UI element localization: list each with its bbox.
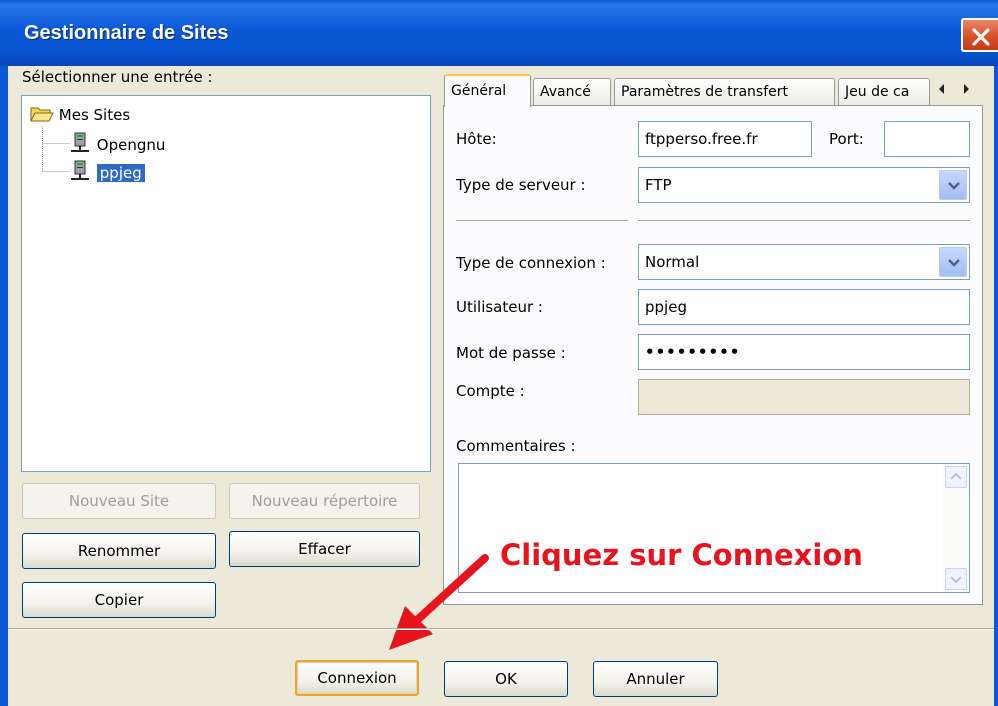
tree-item-ppjeg[interactable]: ppjeg	[68, 160, 145, 182]
chevron-right-icon	[964, 84, 969, 94]
connection-type-label: Type de connexion :	[456, 254, 606, 272]
server-type-dropdown-button[interactable]	[939, 170, 967, 200]
connection-type-select[interactable]: Normal	[638, 244, 970, 280]
password-label: Mot de passe :	[456, 344, 566, 362]
tab-avance[interactable]: Avancé	[533, 78, 611, 106]
scroll-up-button[interactable]	[945, 466, 967, 488]
comments-scrollbar[interactable]	[943, 464, 969, 592]
tab-transfer-settings[interactable]: Paramètres de transfert	[614, 78, 835, 106]
footer-separator	[8, 628, 994, 630]
connection-type-dropdown-button[interactable]	[939, 247, 967, 277]
comments-label: Commentaires :	[456, 437, 576, 455]
scroll-down-button[interactable]	[945, 568, 967, 590]
separator-right	[638, 220, 970, 222]
instruction-annotation: Cliquez sur Connexion	[500, 538, 863, 572]
server-icon	[71, 132, 89, 152]
folder-open-icon	[30, 107, 54, 122]
chevron-up-icon	[950, 472, 962, 480]
connect-button[interactable]: Connexion	[295, 660, 419, 696]
user-label: Utilisateur :	[456, 298, 543, 316]
account-label: Compte :	[456, 382, 525, 400]
new-folder-button[interactable]: Nouveau répertoire	[229, 483, 420, 519]
window-title: Gestionnaire de Sites	[24, 22, 229, 44]
cancel-button[interactable]: Annuler	[593, 661, 718, 697]
chevron-down-icon	[948, 182, 960, 190]
copy-button[interactable]: Copier	[22, 582, 216, 618]
tree-item-opengnu[interactable]: Opengnu	[68, 132, 165, 154]
user-input[interactable]: ppjeg	[638, 289, 970, 325]
window-frame-right	[994, 66, 998, 706]
chevron-left-icon	[939, 84, 944, 94]
password-input[interactable]: •••••••••	[638, 334, 970, 370]
server-type-label: Type de serveur :	[456, 176, 586, 194]
chevron-down-icon	[948, 259, 960, 267]
red-arrow-icon	[389, 554, 489, 650]
title-bar: Gestionnaire de Sites	[0, 0, 998, 66]
tab-scroll-right-button[interactable]	[954, 78, 978, 100]
tree-label-ppjeg: ppjeg	[96, 164, 145, 182]
server-type-value: FTP	[645, 176, 672, 194]
connection-type-value: Normal	[645, 253, 700, 271]
close-icon	[972, 28, 990, 46]
tree-item-mes-sites[interactable]: Mes Sites	[30, 104, 130, 126]
close-button[interactable]	[961, 18, 998, 52]
comments-textarea[interactable]	[458, 463, 970, 593]
new-site-button[interactable]: Nouveau Site	[22, 483, 216, 519]
window-frame-left	[0, 66, 8, 706]
select-entry-label: Sélectionner une entrée :	[22, 68, 213, 86]
tree-label-opengnu: Opengnu	[96, 136, 166, 154]
rename-button[interactable]: Renommer	[22, 533, 216, 569]
port-label: Port:	[829, 130, 864, 148]
site-tree[interactable]: Mes Sites Opengnu ppjeg	[21, 95, 431, 472]
tab-charset[interactable]: Jeu de ca	[838, 78, 930, 106]
tab-scroll-left-button[interactable]	[930, 78, 954, 100]
server-icon	[71, 160, 89, 180]
port-input[interactable]	[884, 121, 970, 157]
host-label: Hôte:	[456, 130, 497, 148]
tree-label-mes-sites: Mes Sites	[58, 106, 131, 124]
ok-button[interactable]: OK	[444, 661, 568, 697]
host-input[interactable]: ftpperso.free.fr	[638, 121, 812, 157]
tab-general[interactable]: Général	[444, 74, 531, 107]
chevron-down-icon	[950, 576, 962, 584]
server-type-select[interactable]: FTP	[638, 167, 970, 203]
account-input	[638, 379, 970, 415]
separator-left	[456, 220, 628, 222]
